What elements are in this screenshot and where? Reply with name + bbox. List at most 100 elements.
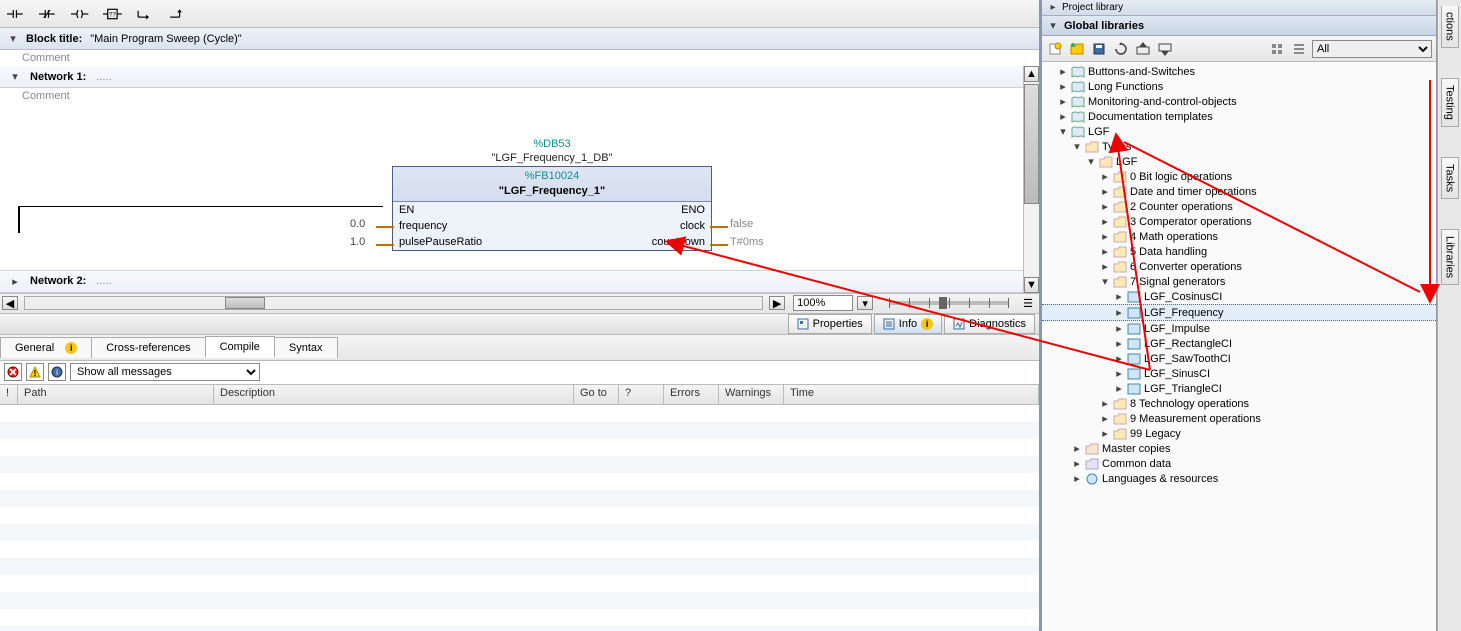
tree-item[interactable]: ▸Monitoring-and-control-objects	[1042, 94, 1436, 109]
canvas-vertical-scrollbar[interactable]: ▲ ▼	[1023, 66, 1039, 293]
pin-en[interactable]: EN	[399, 204, 414, 216]
collapse-block-icon[interactable]: ▾	[8, 32, 18, 45]
tree-item[interactable]: ▸4 Math operations	[1042, 229, 1436, 244]
hscroll-thumb[interactable]	[225, 297, 265, 309]
hscrollbar[interactable]	[24, 296, 763, 310]
tree-item[interactable]: ▸LGF_SawToothCI	[1042, 351, 1436, 366]
tree-item[interactable]: ▸3 Comperator operations	[1042, 214, 1436, 229]
contact-nc-icon[interactable]	[36, 3, 64, 25]
branch-close-icon[interactable]	[164, 3, 192, 25]
lib-up-icon[interactable]	[1134, 40, 1152, 58]
col-goto[interactable]: Go to	[574, 385, 619, 404]
canvas-menu-icon[interactable]: ☰	[1017, 297, 1039, 310]
col-errors[interactable]: Errors	[664, 385, 719, 404]
tree-item[interactable]: ▸Documentation templates	[1042, 109, 1436, 124]
tree-item[interactable]: ▸Long Functions	[1042, 79, 1436, 94]
tree-item-signal-gen[interactable]: ▾7 Signal generators	[1042, 274, 1436, 289]
tab-properties[interactable]: Properties	[788, 314, 872, 334]
tree-item-lgf-inner[interactable]: ▾LGF	[1042, 154, 1436, 169]
pin-eno[interactable]: ENO	[681, 204, 705, 216]
vtab-libraries[interactable]: Libraries	[1441, 229, 1459, 285]
lib-open-icon[interactable]	[1068, 40, 1086, 58]
tree-item[interactable]: ▸LGF_SinusCI	[1042, 366, 1436, 381]
ctab-compile[interactable]: Compile	[205, 336, 275, 358]
lib-refresh-icon[interactable]	[1112, 40, 1130, 58]
val-pulsepauseratio[interactable]: 1.0	[350, 236, 365, 248]
tree-item[interactable]: ▸8 Technology operations	[1042, 396, 1436, 411]
collapse-network1-icon[interactable]: ▾	[10, 70, 20, 83]
lib-down-icon[interactable]	[1156, 40, 1174, 58]
tree-item[interactable]: ▸Languages & resources	[1042, 471, 1436, 486]
hscroll-left-icon[interactable]: ◀	[2, 296, 18, 310]
function-block[interactable]: %FB10024 "LGF_Frequency_1" ENENO frequen…	[392, 166, 712, 251]
scroll-down-icon[interactable]: ▼	[1024, 277, 1039, 293]
collapse-network2-icon[interactable]: ▸	[10, 275, 20, 288]
tree-item[interactable]: ▸9 Measurement operations	[1042, 411, 1436, 426]
col-warnings[interactable]: Warnings	[719, 385, 784, 404]
val-frequency[interactable]: 0.0	[350, 218, 365, 230]
tree-item[interactable]: ▸0 Bit logic operations	[1042, 169, 1436, 184]
zoom-slider[interactable]	[889, 301, 1009, 305]
col-description[interactable]: Description	[214, 385, 574, 404]
zoom-input[interactable]	[793, 295, 853, 311]
ladder-canvas[interactable]: ▾ Network 1: ..... Comment %DB53 "LGF_Fr…	[0, 66, 1023, 293]
box-icon[interactable]: ??	[100, 3, 128, 25]
message-list[interactable]	[0, 405, 1039, 631]
tab-diagnostics[interactable]: Diagnostics	[944, 314, 1035, 334]
val-countdown[interactable]: T#0ms	[730, 236, 764, 248]
block-comment[interactable]: Comment	[0, 50, 1039, 66]
branch-open-icon[interactable]	[132, 3, 160, 25]
vtab-testing[interactable]: Testing	[1441, 78, 1459, 127]
col-path[interactable]: Path	[18, 385, 214, 404]
msg-info-filter-icon[interactable]: i	[48, 363, 66, 381]
msg-warning-filter-icon[interactable]	[26, 363, 44, 381]
tree-item[interactable]: ▸6 Converter operations	[1042, 259, 1436, 274]
tree-item[interactable]: ▸2 Counter operations	[1042, 199, 1436, 214]
ctab-syntax[interactable]: Syntax	[274, 337, 338, 358]
tree-item-lgf[interactable]: ▾LGF	[1042, 124, 1436, 139]
pin-clock[interactable]: clock	[680, 220, 705, 232]
vtab-tasks[interactable]: Tasks	[1441, 157, 1459, 199]
tree-item[interactable]: ▸5 Data handling	[1042, 244, 1436, 259]
tree-item[interactable]: ▸Buttons-and-Switches	[1042, 64, 1436, 79]
lib-view1-icon[interactable]	[1268, 40, 1286, 58]
hscroll-right-icon[interactable]: ▶	[769, 296, 785, 310]
lib-save-icon[interactable]	[1090, 40, 1108, 58]
tree-item[interactable]: ▸LGF_CosinusCI	[1042, 289, 1436, 304]
pin-countdown[interactable]: countdown	[652, 236, 705, 248]
val-clock[interactable]: false	[730, 218, 753, 230]
coil-icon[interactable]	[68, 3, 96, 25]
contact-no-icon[interactable]	[4, 3, 32, 25]
scroll-up-icon[interactable]: ▲	[1024, 66, 1039, 82]
lib-view2-icon[interactable]	[1290, 40, 1308, 58]
tree-item[interactable]: ▸LGF_Impulse	[1042, 321, 1436, 336]
zoom-knob[interactable]	[939, 297, 947, 309]
tree-item[interactable]: ▸Date and timer operations	[1042, 184, 1436, 199]
book-icon	[1071, 81, 1085, 93]
pin-pulsepauseratio[interactable]: pulsePauseRatio	[399, 236, 482, 248]
col-q[interactable]: ?	[619, 385, 664, 404]
tree-item[interactable]: ▸99 Legacy	[1042, 426, 1436, 441]
project-library-header[interactable]: ▸Project library	[1042, 0, 1436, 16]
global-libraries-header[interactable]: ▾Global libraries	[1042, 16, 1436, 36]
network1-comment[interactable]: Comment	[0, 88, 92, 104]
tree-item-lgf-frequency[interactable]: ▸LGF_Frequency	[1042, 304, 1436, 321]
tree-item[interactable]: ▸Master copies	[1042, 441, 1436, 456]
lib-new-icon[interactable]	[1046, 40, 1064, 58]
pin-frequency[interactable]: frequency	[399, 220, 447, 232]
tree-item-types[interactable]: ▾Types	[1042, 139, 1436, 154]
msg-error-filter-icon[interactable]	[4, 363, 22, 381]
ctab-cross[interactable]: Cross-references	[91, 337, 205, 358]
ctab-general[interactable]: General i	[0, 337, 92, 358]
zoom-dropdown-icon[interactable]: ▾	[857, 296, 873, 310]
col-status[interactable]: !	[0, 385, 18, 404]
lib-filter-select[interactable]: All	[1312, 40, 1432, 58]
scroll-thumb[interactable]	[1024, 84, 1039, 204]
msg-filter-select[interactable]: Show all messages	[70, 363, 260, 381]
col-time[interactable]: Time	[784, 385, 1039, 404]
tree-item[interactable]: ▸LGF_TriangleCI	[1042, 381, 1436, 396]
tab-info[interactable]: Info i	[874, 314, 942, 334]
tree-item[interactable]: ▸Common data	[1042, 456, 1436, 471]
tree-item[interactable]: ▸LGF_RectangleCI	[1042, 336, 1436, 351]
vtab-ctions[interactable]: ctions	[1441, 6, 1459, 48]
